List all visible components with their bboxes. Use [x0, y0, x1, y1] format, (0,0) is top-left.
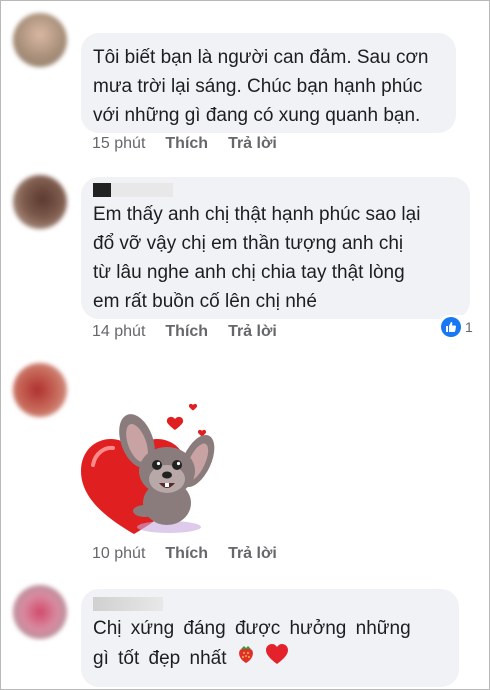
comment-meta: 10 phút Thích Trả lời [92, 545, 277, 563]
strawberry-icon [235, 643, 257, 674]
avatar[interactable] [13, 585, 67, 639]
comment-text-segment: gì tốt đẹp nhất [93, 648, 227, 669]
avatar[interactable] [13, 175, 67, 229]
comment-time[interactable]: 14 phút [92, 323, 145, 341]
comment-text-line: Chị xứng đáng được hưởng những [93, 618, 411, 639]
comment-time[interactable]: 10 phút [92, 545, 145, 563]
comment-meta: 15 phút Thích Trả lời [92, 135, 277, 153]
comment-thread: Tôi biết bạn là người can đảm. Sau cơn m… [0, 0, 490, 690]
like-button[interactable]: Thích [165, 323, 208, 341]
reaction-summary[interactable]: 1 [437, 315, 477, 339]
like-button[interactable]: Thích [165, 135, 208, 153]
comment-text-line: đổ vỡ vậy chị em thần tượng anh chị [93, 233, 404, 254]
comment-text-line: Tôi biết bạn là người can đảm. Sau cơn [93, 47, 429, 68]
comment-text-line: em rất buồn cố lên chị nhé [93, 291, 317, 312]
comment-text-line: mưa trời lại sáng. Chúc bạn hạnh phúc [93, 76, 423, 97]
comment-meta: 14 phút Thích Trả lời [92, 323, 277, 341]
comment-text-line: từ lâu nghe anh chị chia tay thật lòng [93, 262, 405, 283]
thumbs-up-icon [441, 317, 461, 337]
comment-bubble: Tôi biết bạn là người can đảm. Sau cơn m… [81, 33, 456, 133]
commenter-name-redacted[interactable] [93, 597, 163, 611]
comment-text-line: với những gì đang có xung quanh bạn. [93, 105, 421, 126]
reply-button[interactable]: Trả lời [228, 135, 277, 153]
dog-with-heart-sticker[interactable] [79, 399, 219, 539]
comment-text-line: Em thấy anh chị thật hạnh phúc sao lại [93, 204, 421, 225]
commenter-name-redacted[interactable] [93, 183, 173, 197]
reply-button[interactable]: Trả lời [228, 545, 277, 563]
like-button[interactable]: Thích [165, 545, 208, 563]
red-heart-icon [265, 643, 289, 674]
avatar[interactable] [13, 363, 67, 417]
comment-time[interactable]: 15 phút [92, 135, 145, 153]
comment-bubble: Chị xứng đáng được hưởng những gì tốt đẹ… [81, 589, 459, 687]
reply-button[interactable]: Trả lời [228, 323, 277, 341]
avatar[interactable] [13, 13, 67, 67]
comment-bubble: Em thấy anh chị thật hạnh phúc sao lại đ… [81, 177, 470, 319]
comment-text-line: gì tốt đẹp nhất [93, 643, 459, 674]
reaction-count: 1 [465, 319, 473, 335]
